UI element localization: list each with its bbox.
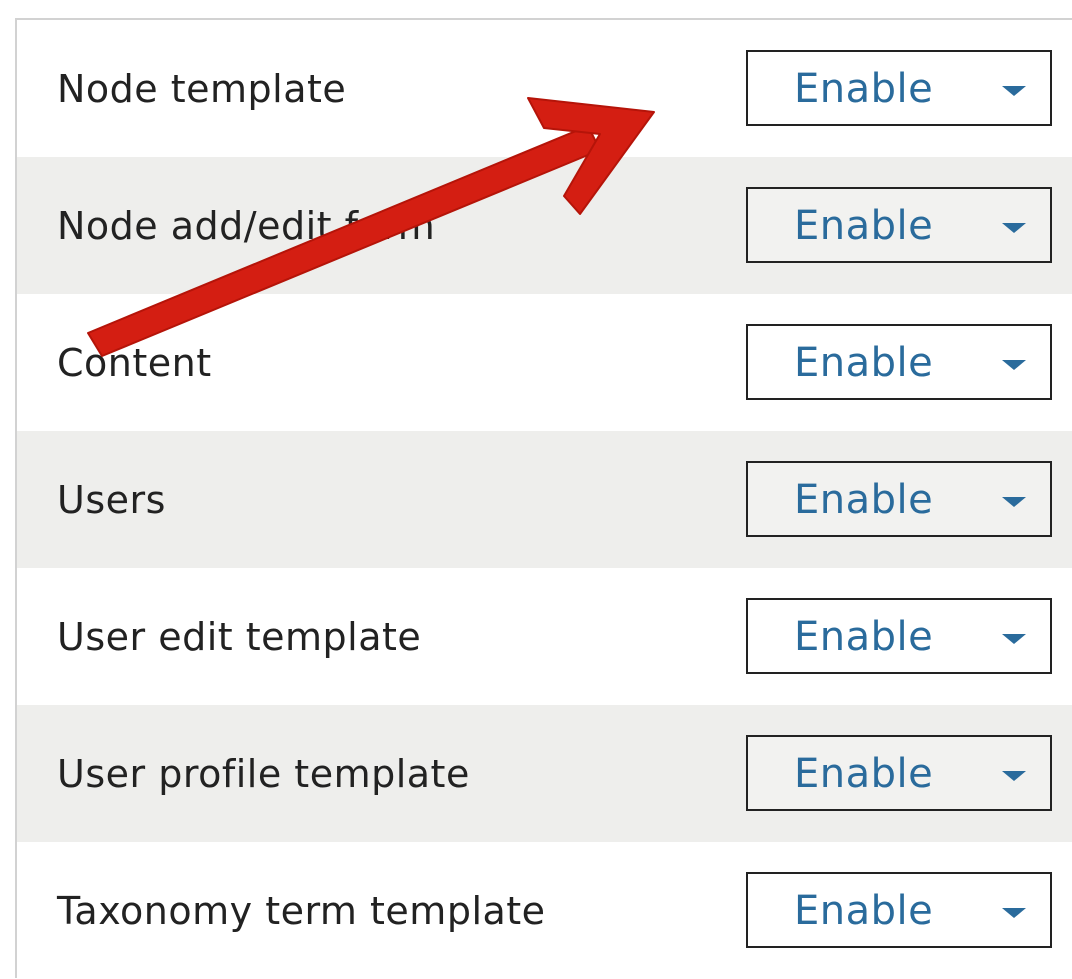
chevron-down-icon — [1002, 771, 1026, 781]
chevron-down-icon — [1002, 497, 1026, 507]
select-value: Enable — [794, 66, 934, 112]
chevron-down-icon — [1002, 86, 1026, 96]
row-label: Node template — [57, 67, 347, 111]
content-select[interactable]: Enable — [746, 324, 1052, 400]
chevron-down-icon — [1002, 634, 1026, 644]
select-value: Enable — [794, 751, 934, 797]
select-value: Enable — [794, 203, 934, 249]
settings-row-user-edit-template: User edit template Enable — [17, 568, 1072, 705]
node-add-edit-form-select[interactable]: Enable — [746, 187, 1052, 263]
row-label: Users — [57, 478, 166, 522]
taxonomy-term-template-select[interactable]: Enable — [746, 872, 1052, 948]
select-value: Enable — [794, 340, 934, 386]
select-value: Enable — [794, 477, 934, 523]
user-edit-template-select[interactable]: Enable — [746, 598, 1052, 674]
settings-row-user-profile-template: User profile template Enable — [17, 705, 1072, 842]
settings-row-users: Users Enable — [17, 431, 1072, 568]
chevron-down-icon — [1002, 223, 1026, 233]
chevron-down-icon — [1002, 360, 1026, 370]
node-template-select[interactable]: Enable — [746, 50, 1052, 126]
select-value: Enable — [794, 888, 934, 934]
row-label: User profile template — [57, 752, 470, 796]
row-label: Taxonomy term template — [57, 889, 546, 933]
settings-row-node-template: Node template Enable — [17, 20, 1072, 157]
settings-row-content: Content Enable — [17, 294, 1072, 431]
settings-row-taxonomy-term-template: Taxonomy term template Enable — [17, 842, 1072, 979]
select-value: Enable — [794, 614, 934, 660]
chevron-down-icon — [1002, 908, 1026, 918]
row-label: User edit template — [57, 615, 422, 659]
row-label: Content — [57, 341, 212, 385]
users-select[interactable]: Enable — [746, 461, 1052, 537]
user-profile-template-select[interactable]: Enable — [746, 735, 1052, 811]
settings-row-node-add-edit-form: Node add/edit form Enable — [17, 157, 1072, 294]
row-label: Node add/edit form — [57, 204, 436, 248]
